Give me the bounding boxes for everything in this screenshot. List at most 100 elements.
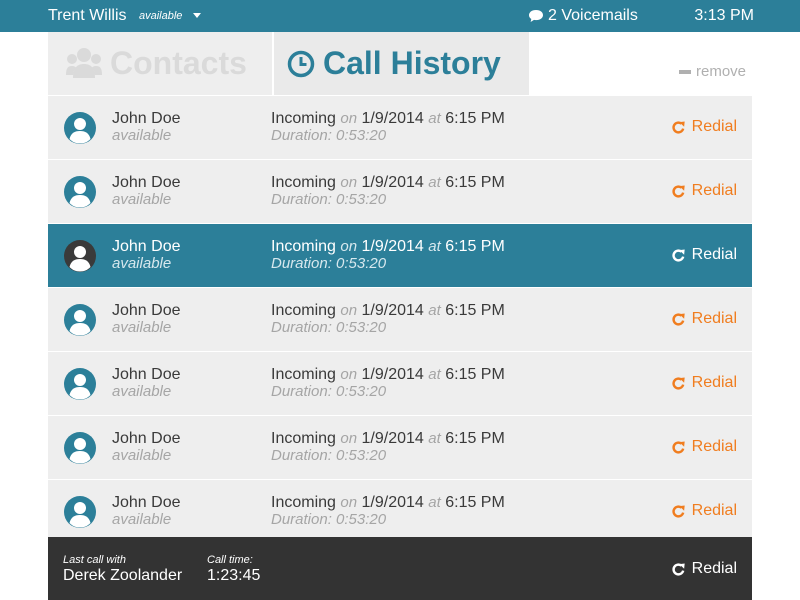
redial-button[interactable]: Redial <box>671 374 737 392</box>
speech-bubble-icon <box>529 10 543 22</box>
redial-icon <box>672 376 685 390</box>
on-label: on <box>340 174 358 191</box>
voicemail-link[interactable]: 2 Voicemails <box>528 7 638 25</box>
at-label: at <box>428 366 441 383</box>
call-time: 6:15 PM <box>445 366 505 383</box>
call-direction: Incoming <box>271 302 336 319</box>
call-time: 6:15 PM <box>445 430 505 447</box>
call-time: 6:15 PM <box>445 302 505 319</box>
call-duration: Duration: 0:53:20 <box>271 127 387 144</box>
redial-label: Redial <box>691 374 737 391</box>
redial-label: Redial <box>691 502 737 519</box>
footer-redial-button[interactable]: Redial <box>671 560 737 578</box>
voicemail-label: 2 Voicemails <box>548 7 638 24</box>
call-date: 1/9/2014 <box>361 110 424 127</box>
at-label: at <box>428 302 441 319</box>
remove-button[interactable]: remove <box>679 63 746 80</box>
on-label: on <box>340 494 358 511</box>
call-duration: Duration: 0:53:20 <box>271 319 387 336</box>
chevron-down-icon[interactable] <box>193 13 201 18</box>
redial-button[interactable]: Redial <box>671 438 737 456</box>
on-label: on <box>340 366 358 383</box>
contact-name: John Doe <box>112 430 181 447</box>
redial-label: Redial <box>691 118 737 135</box>
redial-label: Redial <box>691 438 737 455</box>
call-duration: Duration: 0:53:20 <box>271 191 387 208</box>
call-row[interactable]: John Doe available Incoming on 1/9/2014 … <box>48 480 752 544</box>
call-time: 6:15 PM <box>445 110 505 127</box>
avatar-icon <box>64 240 96 272</box>
avatar-icon <box>64 176 96 208</box>
call-date: 1/9/2014 <box>361 238 424 255</box>
minus-icon <box>679 69 691 74</box>
clock-icon <box>287 50 315 77</box>
call-date: 1/9/2014 <box>361 430 424 447</box>
redial-button[interactable]: Redial <box>671 502 737 520</box>
redial-icon <box>672 184 685 198</box>
last-call-bar: Last call with Derek Zoolander Call time… <box>48 537 752 600</box>
contact-presence: available <box>112 191 172 208</box>
call-history-list: John Doe available Incoming on 1/9/2014 … <box>48 96 752 544</box>
call-time: 6:15 PM <box>445 174 505 191</box>
call-info: Incoming on 1/9/2014 at 6:15 PM <box>271 494 505 512</box>
call-info: Incoming on 1/9/2014 at 6:15 PM <box>271 366 505 384</box>
call-direction: Incoming <box>271 430 336 447</box>
call-info: Incoming on 1/9/2014 at 6:15 PM <box>271 238 505 256</box>
tab-contacts[interactable]: Contacts <box>48 32 272 95</box>
redial-button[interactable]: Redial <box>671 310 737 328</box>
tab-contacts-label: Contacts <box>110 45 247 81</box>
call-row[interactable]: John Doe available Incoming on 1/9/2014 … <box>48 96 752 160</box>
call-row[interactable]: John Doe available Incoming on 1/9/2014 … <box>48 160 752 224</box>
contact-name: John Doe <box>112 110 181 127</box>
avatar-icon <box>64 112 96 144</box>
on-label: on <box>340 238 358 255</box>
redial-icon <box>672 562 685 576</box>
call-info: Incoming on 1/9/2014 at 6:15 PM <box>271 174 505 192</box>
call-duration: Duration: 0:53:20 <box>271 447 387 464</box>
call-direction: Incoming <box>271 174 336 191</box>
avatar-icon <box>64 432 96 464</box>
call-direction: Incoming <box>271 238 336 255</box>
current-time: 3:13 PM <box>694 7 754 24</box>
last-call-caption: Last call with <box>63 554 126 566</box>
call-date: 1/9/2014 <box>361 494 424 511</box>
call-direction: Incoming <box>271 366 336 383</box>
redial-icon <box>672 504 685 518</box>
at-label: at <box>428 430 441 447</box>
footer-redial-label: Redial <box>691 560 737 577</box>
call-direction: Incoming <box>271 494 336 511</box>
call-duration: Duration: 0:53:20 <box>271 383 387 400</box>
call-info: Incoming on 1/9/2014 at 6:15 PM <box>271 302 505 320</box>
call-row[interactable]: John Doe available Incoming on 1/9/2014 … <box>48 288 752 352</box>
call-time-value: 1:23:45 <box>207 567 261 584</box>
on-label: on <box>340 430 358 447</box>
call-time: 6:15 PM <box>445 494 505 511</box>
avatar-icon <box>64 496 96 528</box>
call-date: 1/9/2014 <box>361 174 424 191</box>
redial-button[interactable]: Redial <box>671 118 737 136</box>
call-row[interactable]: John Doe available Incoming on 1/9/2014 … <box>48 352 752 416</box>
contact-name: John Doe <box>112 302 181 319</box>
avatar-icon <box>64 304 96 336</box>
contact-presence: available <box>112 383 172 400</box>
avatar-icon <box>64 368 96 400</box>
user-status[interactable]: available <box>139 10 182 22</box>
call-row[interactable]: John Doe available Incoming on 1/9/2014 … <box>48 224 752 288</box>
contact-name: John Doe <box>112 174 181 191</box>
redial-label: Redial <box>691 246 737 263</box>
at-label: at <box>428 238 441 255</box>
call-duration: Duration: 0:53:20 <box>271 255 387 272</box>
tab-call-history[interactable]: Call History <box>274 32 529 95</box>
contact-name: John Doe <box>112 494 181 511</box>
call-date: 1/9/2014 <box>361 302 424 319</box>
call-row[interactable]: John Doe available Incoming on 1/9/2014 … <box>48 416 752 480</box>
call-time: 6:15 PM <box>445 238 505 255</box>
on-label: on <box>340 302 358 319</box>
call-info: Incoming on 1/9/2014 at 6:15 PM <box>271 110 505 128</box>
redial-button[interactable]: Redial <box>671 246 737 264</box>
on-label: on <box>340 110 358 127</box>
call-direction: Incoming <box>271 110 336 127</box>
redial-icon <box>672 312 685 326</box>
redial-button[interactable]: Redial <box>671 182 737 200</box>
at-label: at <box>428 110 441 127</box>
